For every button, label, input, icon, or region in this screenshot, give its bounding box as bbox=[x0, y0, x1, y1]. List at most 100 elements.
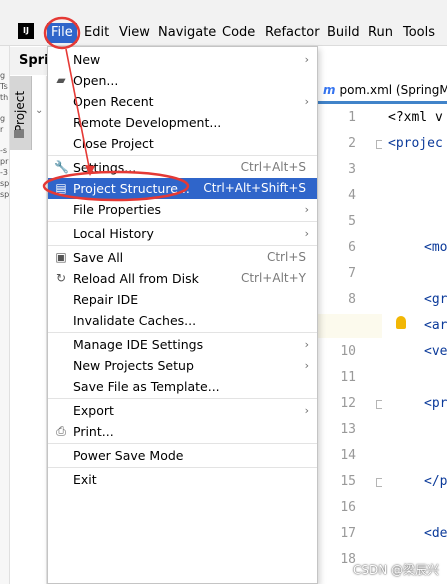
menu-item-label: New Projects Setup bbox=[73, 358, 194, 373]
menu-item-save-file-as-template[interactable]: Save File as Template... bbox=[48, 376, 317, 397]
folder-open-icon: ▰ bbox=[56, 73, 66, 87]
printer-icon: ⎙ bbox=[56, 424, 66, 438]
menu-item-label: Print... bbox=[73, 424, 114, 439]
menu-code[interactable]: Code bbox=[222, 25, 255, 40]
menu-item-repair-ide[interactable]: Repair IDE bbox=[48, 289, 317, 310]
menu-item-label: Exit bbox=[73, 472, 97, 487]
menu-item-invalidate-caches[interactable]: Invalidate Caches... bbox=[48, 310, 317, 331]
menu-tools[interactable]: Tools bbox=[403, 25, 435, 40]
line-number: 15 bbox=[340, 474, 356, 489]
menu-item-label: Repair IDE bbox=[73, 292, 139, 307]
menu-item-label: Project Structure... bbox=[73, 181, 190, 196]
menu-item-label: Power Save Mode bbox=[73, 448, 184, 463]
menu-item-label: Open... bbox=[73, 73, 119, 88]
menu-item-project-structure[interactable]: ▤ Project Structure... Ctrl+Alt+Shift+S bbox=[48, 178, 317, 199]
menu-item-remote-development[interactable]: Remote Development... bbox=[48, 112, 317, 133]
menu-item-label: Invalidate Caches... bbox=[73, 313, 197, 328]
menu-item-save-all[interactable]: ▣ Save All Ctrl+S bbox=[48, 247, 317, 268]
menu-item-new-projects-setup[interactable]: New Projects Setup › bbox=[48, 355, 317, 376]
submenu-arrow-icon: › bbox=[304, 203, 309, 216]
code-line: <projec bbox=[388, 136, 443, 151]
menu-item-new[interactable]: New › bbox=[48, 49, 317, 70]
menu-item-label: Remote Development... bbox=[73, 115, 222, 130]
watermark: CSDN @梁辰兴 bbox=[352, 563, 439, 577]
menu-item-label: Save File as Template... bbox=[73, 379, 220, 394]
line-number: 7 bbox=[348, 266, 356, 281]
menu-navigate[interactable]: Navigate bbox=[158, 25, 216, 40]
menu-item-power-save-mode[interactable]: Power Save Mode bbox=[48, 445, 317, 466]
menu-item-label: New bbox=[73, 52, 101, 67]
menu-separator bbox=[48, 398, 317, 399]
file-menu-dropdown: New › ▰ Open... Open Recent › Remote Dev… bbox=[47, 46, 318, 584]
code-line: <ar bbox=[424, 318, 447, 333]
menu-separator bbox=[48, 155, 317, 156]
menu-view[interactable]: View bbox=[119, 25, 150, 40]
line-number: 13 bbox=[340, 422, 356, 437]
menu-build[interactable]: Build bbox=[327, 25, 360, 40]
code-line: <pr bbox=[424, 396, 447, 411]
menu-item-shortcut: Ctrl+Alt+S bbox=[240, 160, 306, 174]
project-structure-icon: ▤ bbox=[55, 181, 67, 195]
line-number: 3 bbox=[348, 162, 356, 177]
menu-item-export[interactable]: Export › bbox=[48, 400, 317, 421]
menu-separator bbox=[48, 467, 317, 468]
menu-item-open-recent[interactable]: Open Recent › bbox=[48, 91, 317, 112]
code-line: <de bbox=[424, 526, 447, 541]
line-number: 8 bbox=[348, 292, 356, 307]
line-gutter: 1 2 3 4 5 6 7 8 9 10 11 12 13 14 15 16 1… bbox=[318, 104, 385, 584]
maven-icon: m bbox=[323, 83, 336, 97]
lightbulb-icon[interactable] bbox=[396, 316, 406, 329]
line-number: 14 bbox=[340, 448, 356, 463]
submenu-arrow-icon: › bbox=[304, 227, 309, 240]
project-tool-tab[interactable]: Project bbox=[10, 76, 32, 150]
code-line: </p bbox=[424, 474, 447, 489]
code-line: <?xml v bbox=[388, 110, 443, 125]
menu-separator bbox=[48, 443, 317, 444]
menu-run[interactable]: Run bbox=[368, 25, 393, 40]
menu-item-exit[interactable]: Exit bbox=[48, 469, 317, 490]
chevron-down-icon[interactable]: ⌄ bbox=[35, 105, 43, 116]
submenu-arrow-icon: › bbox=[304, 404, 309, 417]
menu-item-label: Open Recent bbox=[73, 94, 154, 109]
menu-item-label: Export bbox=[73, 403, 114, 418]
menu-item-shortcut: Ctrl+S bbox=[266, 250, 306, 264]
line-number: 16 bbox=[340, 500, 356, 515]
menu-separator bbox=[48, 245, 317, 246]
menu-refactor[interactable]: Refactor bbox=[265, 25, 320, 40]
submenu-arrow-icon: › bbox=[304, 53, 309, 66]
line-number: 2 bbox=[348, 136, 356, 151]
editor-tab-pom[interactable]: m pom.xml (SpringM bbox=[318, 76, 447, 104]
intellij-logo-icon: IJ bbox=[18, 23, 34, 39]
reload-icon: ↻ bbox=[55, 271, 67, 285]
code-line: <ve bbox=[424, 344, 447, 359]
line-number: 18 bbox=[340, 552, 356, 567]
menu-item-reload-all[interactable]: ↻ Reload All from Disk Ctrl+Alt+Y bbox=[48, 268, 317, 289]
menu-item-shortcut: Ctrl+Alt+Y bbox=[240, 271, 306, 285]
project-title: Sprin bbox=[10, 47, 50, 75]
menu-item-label: Reload All from Disk bbox=[73, 271, 199, 286]
project-tree[interactable] bbox=[32, 76, 47, 584]
submenu-arrow-icon: › bbox=[304, 95, 309, 108]
menu-separator bbox=[48, 221, 317, 222]
menu-file[interactable]: File bbox=[47, 23, 77, 43]
code-line: <gr bbox=[424, 292, 447, 307]
menu-item-settings[interactable]: 🔧 Settings... Ctrl+Alt+S bbox=[48, 157, 317, 178]
menu-edit[interactable]: Edit bbox=[84, 25, 109, 40]
menu-item-file-properties[interactable]: File Properties › bbox=[48, 199, 317, 220]
menu-item-label: Save All bbox=[73, 250, 124, 265]
line-number: 4 bbox=[348, 188, 356, 203]
menu-item-local-history[interactable]: Local History › bbox=[48, 223, 317, 244]
menu-item-manage-ide-settings[interactable]: Manage IDE Settings › bbox=[48, 334, 317, 355]
editor-tab-bar: m pom.xml (SpringM bbox=[318, 76, 447, 104]
menu-bar: IJ File Edit View Navigate Code Refactor… bbox=[0, 0, 447, 46]
menu-item-close-project[interactable]: Close Project bbox=[48, 133, 317, 154]
editor-tab-label: pom.xml (SpringM bbox=[339, 83, 447, 97]
menu-item-open[interactable]: ▰ Open... bbox=[48, 70, 317, 91]
menu-item-label: Close Project bbox=[73, 136, 154, 151]
save-icon: ▣ bbox=[55, 250, 67, 264]
code-line: <mo bbox=[424, 240, 447, 255]
menu-item-print[interactable]: ⎙ Print... bbox=[48, 421, 317, 442]
menu-item-label: File Properties bbox=[73, 202, 162, 217]
menu-separator bbox=[48, 332, 317, 333]
left-tool-strip: g Ts th g r -s pr -3 sp sp bbox=[0, 46, 10, 584]
